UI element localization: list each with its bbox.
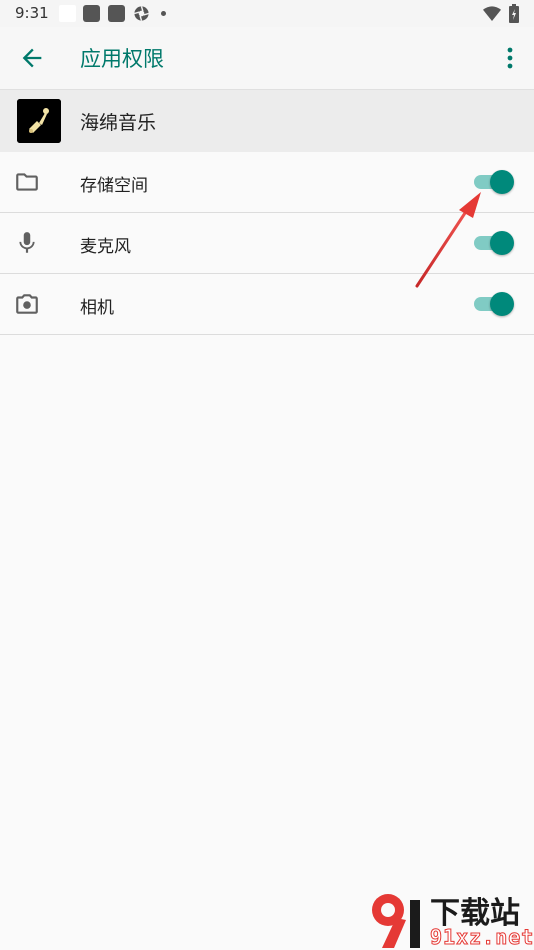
- watermark: 下载站 91xz.net: [366, 888, 534, 950]
- wifi-icon: [483, 6, 501, 21]
- folder-icon: [16, 173, 38, 191]
- arrow-back-icon[interactable]: [18, 44, 46, 72]
- microphone-icon: [19, 232, 35, 253]
- notification-icon: [108, 5, 125, 22]
- status-time: 9:31: [15, 4, 49, 22]
- aperture-icon: [134, 6, 149, 21]
- camera-icon: [16, 294, 38, 314]
- app-header-row: 海绵音乐: [0, 89, 534, 152]
- permission-label: 存储空间: [80, 176, 148, 196]
- app-name: 海绵音乐: [80, 112, 157, 134]
- notification-icon: [83, 5, 100, 22]
- watermark-url: 91xz.net: [429, 925, 534, 950]
- watermark-logo-icon: [372, 894, 420, 948]
- status-bar: 9:31: [0, 0, 534, 27]
- notification-icon: [59, 5, 76, 22]
- app-logo-icon: [17, 99, 61, 143]
- battery-icon: [509, 4, 519, 23]
- more-vert-icon[interactable]: [498, 44, 522, 72]
- app-bar: 应用权限: [0, 27, 534, 89]
- annotation-arrow-icon: [415, 192, 481, 288]
- permission-label: 麦克风: [80, 237, 131, 257]
- more-notifications-dot: [161, 11, 166, 16]
- page-title: 应用权限: [80, 47, 164, 71]
- permission-label: 相机: [80, 298, 114, 318]
